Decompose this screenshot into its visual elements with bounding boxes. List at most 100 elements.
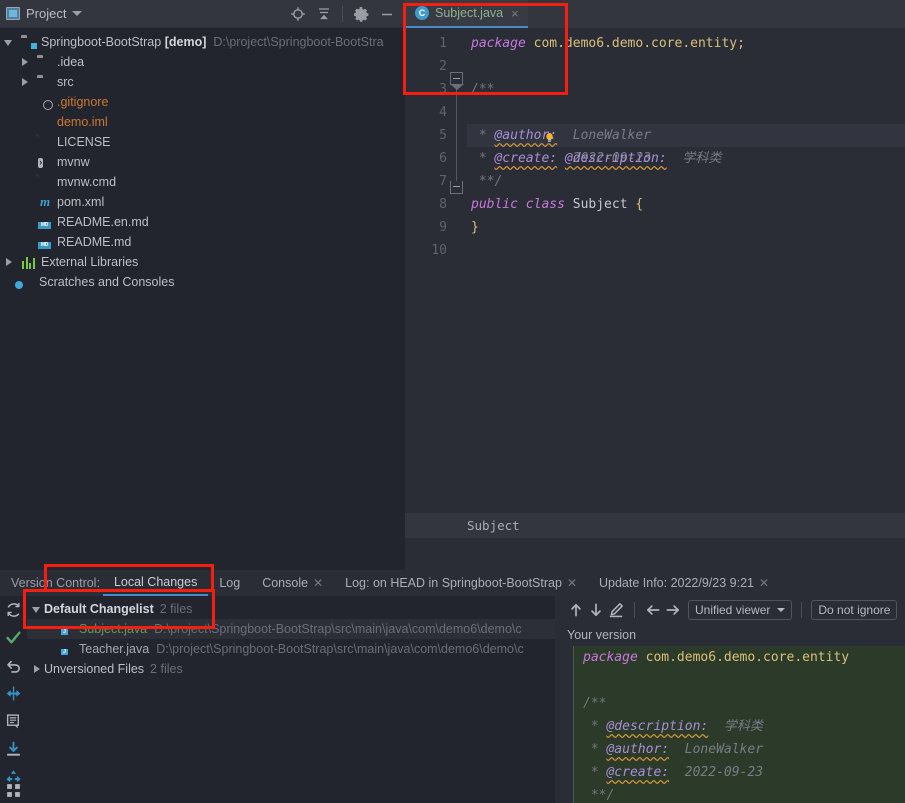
collapse-all-icon[interactable] (316, 6, 332, 22)
tree-node-mvnw-cmd[interactable]: mvnw.cmd (0, 172, 405, 192)
diff-code[interactable]: package com.demo6.demo.core.entity /** *… (555, 646, 905, 803)
tab-label: Update Info: 2022/9/23 9:21 (599, 576, 754, 590)
tree-label-mvnw: mvnw (57, 155, 90, 169)
fold-collapse-icon[interactable] (450, 72, 463, 85)
locate-icon[interactable] (290, 6, 306, 22)
tab-console[interactable]: Console ✕ (251, 570, 334, 596)
editor-tab-subject-java[interactable]: C Subject.java × (405, 0, 528, 28)
viewer-mode-select[interactable]: Unified viewer (688, 600, 792, 620)
shell-script-icon: › (37, 154, 53, 170)
chevron-down-icon (777, 608, 785, 612)
changelist-icon[interactable] (5, 713, 22, 730)
toolbar-separator (342, 6, 343, 22)
local-changes-tree: Default Changelist 2 files J Subject.jav… (27, 596, 555, 803)
tree-node-external-libraries[interactable]: External Libraries (0, 252, 405, 272)
tree-node-readme[interactable]: MD README.md (0, 232, 405, 252)
diff-line-2 (583, 669, 905, 692)
tree-node-pom-xml[interactable]: m pom.xml (0, 192, 405, 212)
editor-tab-label: Subject.java (435, 6, 503, 20)
gitignore-file-icon (37, 94, 53, 110)
commit-check-icon[interactable] (5, 629, 22, 646)
tab-label: Log (219, 576, 240, 590)
changelist-row-default[interactable]: Default Changelist 2 files (27, 599, 555, 619)
twisty-closed-icon[interactable] (20, 77, 31, 88)
shelve-icon[interactable] (5, 685, 22, 702)
fold-end-icon[interactable] (450, 181, 463, 194)
tree-label-mvnw-cmd: mvnw.cmd (57, 175, 116, 189)
prev-diff-up-icon[interactable] (567, 601, 585, 619)
project-title-group[interactable]: Project (6, 6, 82, 21)
change-file-name: Teacher.java (79, 642, 149, 656)
settings-gear-icon[interactable] (353, 6, 369, 22)
tab-local-changes[interactable]: Local Changes (103, 570, 208, 596)
refresh-icon[interactable] (5, 601, 22, 618)
breadcrumb[interactable]: Subject (405, 512, 905, 538)
twisty-open-icon[interactable] (4, 37, 15, 48)
tab-log[interactable]: Log (208, 570, 251, 596)
close-icon[interactable]: ✕ (313, 576, 323, 590)
get-from-vcs-icon[interactable] (5, 741, 22, 758)
twisty-closed-icon[interactable] (31, 664, 44, 675)
twisty-closed-icon[interactable] (20, 57, 31, 68)
tab-log-on-head[interactable]: Log: on HEAD in Springboot-BootStrap ✕ (334, 570, 588, 596)
editor-tabs-bar: C Subject.java × (405, 0, 905, 28)
project-header-actions (290, 6, 399, 22)
tree-node-mvnw[interactable]: › mvnw (0, 152, 405, 172)
diff-line-7: **/ (583, 784, 905, 803)
code-line-1: package com.demo6.demo.core.entity; (467, 32, 905, 55)
diff-gutter (555, 646, 573, 803)
change-file-row-subject[interactable]: J Subject.java D:\project\Springboot-Boo… (27, 619, 555, 639)
vcs-window-label: Version Control: (0, 570, 103, 596)
tree-node-readme-en[interactable]: MD README.en.md (0, 212, 405, 232)
group-by-icon[interactable] (5, 782, 22, 799)
whitespace-mode-select[interactable]: Do not ignore (811, 600, 897, 620)
changelist-count: 2 files (150, 662, 183, 676)
arrow-right-icon[interactable] (664, 601, 682, 619)
tree-node-gitignore[interactable]: .gitignore (0, 92, 405, 112)
folder-icon (37, 54, 53, 70)
close-icon[interactable]: × (511, 6, 519, 21)
minimize-icon[interactable] (379, 6, 395, 22)
maven-file-icon: m (37, 194, 53, 210)
changelist-count: 2 files (160, 602, 193, 616)
next-diff-down-icon[interactable] (587, 601, 605, 619)
tree-node-demo-iml[interactable]: demo.iml (0, 112, 405, 132)
close-icon[interactable]: ✕ (759, 576, 769, 590)
changelist-row-unversioned[interactable]: Unversioned Files 2 files (27, 659, 555, 679)
idea-window: Project (0, 0, 905, 803)
vcs-tab-bar: Version Control: Local Changes Log Conso… (0, 570, 905, 596)
change-file-row-teacher[interactable]: J Teacher.java D:\project\Springboot-Boo… (27, 639, 555, 659)
tree-node-scratches[interactable]: Scratches and Consoles (0, 272, 405, 292)
markdown-file-icon: MD (37, 214, 53, 230)
iml-file-icon (37, 114, 53, 130)
tree-node-project-root[interactable]: Springboot-BootStrap [demo] D:\project\S… (0, 32, 405, 52)
code-text[interactable]: package com.demo6.demo.core.entity; /** … (467, 28, 905, 538)
rollback-icon[interactable] (5, 657, 22, 674)
changelist-title: Default Changelist (44, 602, 154, 616)
code-folding-column (447, 32, 467, 542)
whitespace-mode-value: Do not ignore (818, 603, 890, 617)
twisty-closed-icon[interactable] (4, 257, 15, 268)
java-file-icon: J (59, 621, 75, 637)
diff-version-label: Your version (555, 624, 905, 646)
code-line-3: /** (467, 78, 905, 101)
tab-label: Console (262, 576, 308, 590)
java-file-icon: J (59, 641, 75, 657)
java-class-icon: C (415, 6, 429, 20)
tree-node-license[interactable]: LICENSE (0, 132, 405, 152)
tree-node-idea[interactable]: .idea (0, 52, 405, 72)
diff-line-6: * @create: 2022-09-23 (583, 761, 905, 784)
scratches-icon (19, 274, 35, 290)
arrow-left-icon[interactable] (644, 601, 662, 619)
code-line-2 (467, 55, 905, 78)
close-icon[interactable]: ✕ (567, 576, 577, 590)
twisty-open-icon[interactable] (31, 604, 44, 615)
annotate-icon[interactable] (607, 601, 625, 619)
project-tool-window: Project (0, 0, 405, 570)
diff-line-5: * @author: LoneWalker (583, 738, 905, 761)
vcs-body: Default Changelist 2 files J Subject.jav… (0, 596, 905, 803)
code-editor[interactable]: 1 2 3 4 5 6 7 8 9 10 package com.demo6.d… (405, 28, 905, 538)
tab-update-info[interactable]: Update Info: 2022/9/23 9:21 ✕ (588, 570, 780, 596)
chevron-down-icon[interactable] (72, 11, 82, 16)
tree-node-src[interactable]: src (0, 72, 405, 92)
